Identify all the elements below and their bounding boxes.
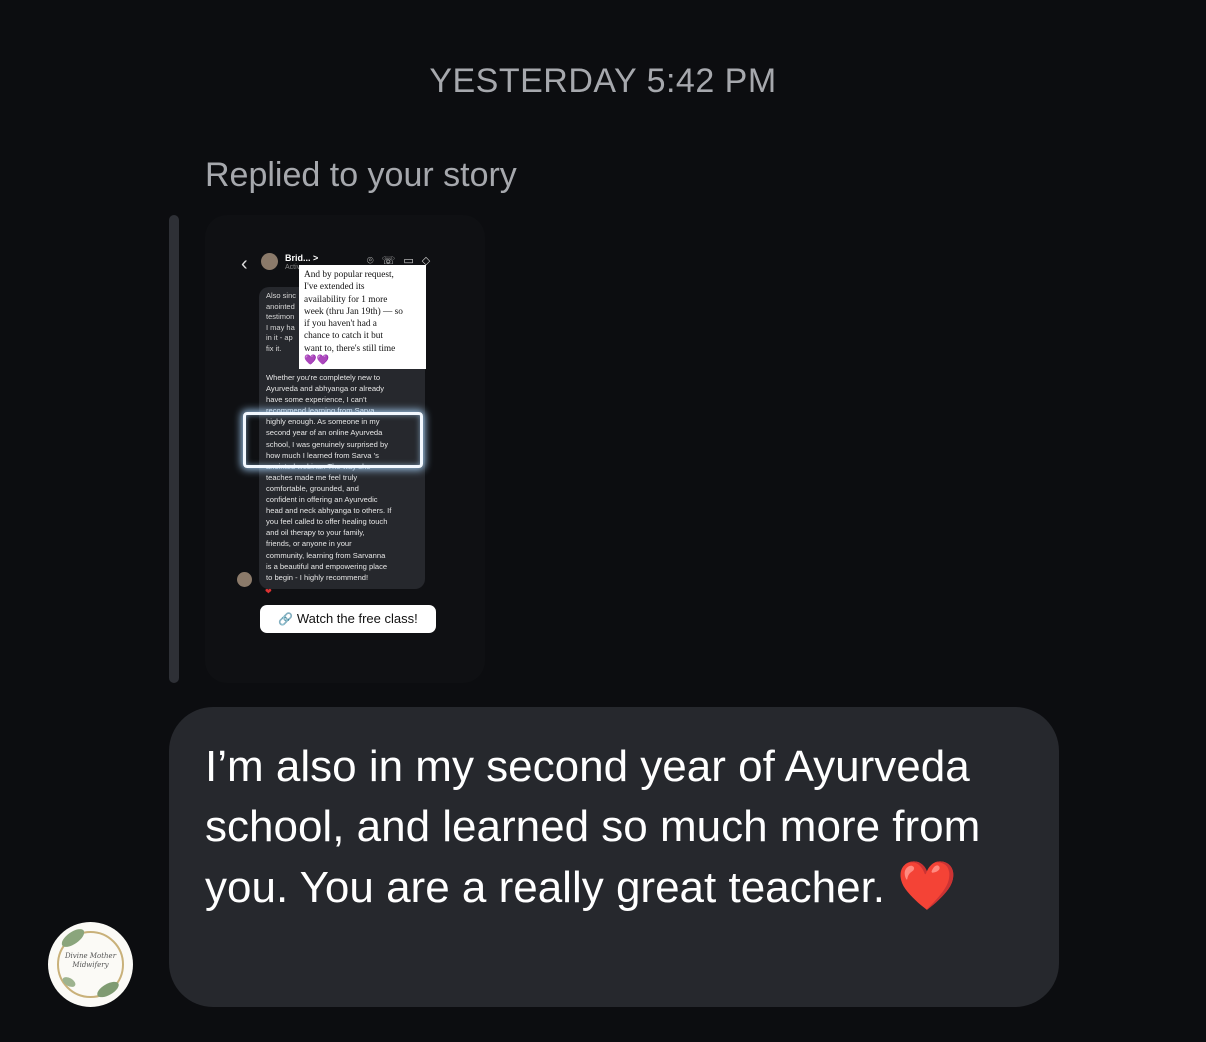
story-highlight-scribble: [243, 412, 423, 468]
purple-hearts-icon: 💜💜: [304, 355, 329, 367]
avatar-logo-text: Divine Mother Midwifery: [64, 952, 117, 969]
story-reply-label: Replied to your story: [205, 156, 517, 194]
story-chat-status: Activ: [285, 264, 301, 271]
message-text: I’m also in my second year of Ayurveda s…: [205, 742, 981, 912]
chevron-left-icon: ‹: [241, 253, 248, 275]
message-timestamp: YESTERDAY 5:42 PM: [429, 62, 777, 100]
watch-free-class-link-sticker[interactable]: 🔗 Watch the free class!: [260, 605, 436, 633]
story-chat-avatar: [261, 253, 278, 270]
story-testimonial-text: Whether you're completely new to Ayurved…: [266, 373, 392, 582]
message-bubble[interactable]: I’m also in my second year of Ayurveda s…: [169, 707, 1059, 1007]
story-thumbnail[interactable]: ‹ Brid... > Activ ⌾☏▭◇ Also sinc anointe…: [205, 215, 485, 683]
story-reply-indicator-bar: [169, 215, 179, 683]
link-icon: 🔗: [278, 612, 294, 626]
sender-avatar[interactable]: Divine Mother Midwifery: [48, 922, 133, 1007]
story-text-note: And by popular request, I've extended it…: [299, 265, 426, 369]
watch-free-class-label: Watch the free class!: [296, 611, 418, 626]
story-reaction-heart-icon: ❤: [265, 587, 272, 596]
story-chat-name: Brid... >: [285, 253, 319, 263]
story-sender-avatar: [237, 572, 252, 587]
red-heart-icon: ❤️: [897, 860, 958, 913]
